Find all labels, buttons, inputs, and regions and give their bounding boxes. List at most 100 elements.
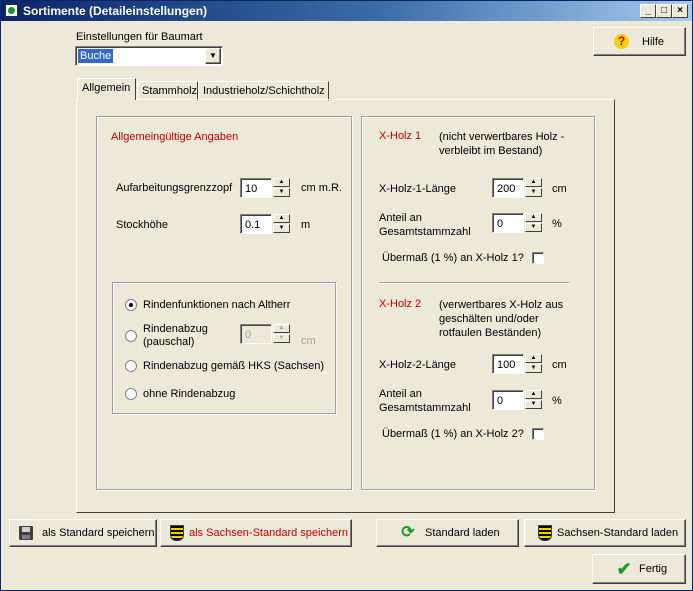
xholz1-desc-line1: (nicht verwertbares Holz - (439, 131, 565, 143)
xholz1-share-spin-down[interactable]: ▼ (525, 223, 542, 232)
done-button[interactable]: ✔ Fertig (592, 554, 686, 584)
xholz2-share-line2: Gesamtstammzahl (379, 402, 471, 414)
done-label: Fertig (639, 563, 668, 575)
xholz1-desc-line2: verbleibt im Bestand) (439, 145, 543, 157)
bark-pauschal-input[interactable] (243, 327, 273, 342)
close-button[interactable]: × (672, 4, 688, 18)
xholz2-desc-line3: rotfaulen Beständen) (439, 327, 542, 339)
xholz1-share-line2: Gesamtstammzahl (379, 226, 471, 238)
maximize-button[interactable]: □ (656, 4, 672, 18)
xholz2-excess-label: Übermaß (1 %) an X-Holz 2? (382, 428, 524, 440)
load-saxony-label: Sachsen-Standard laden (557, 527, 679, 539)
refresh-icon: ⟳ (401, 524, 415, 541)
bark-option-none-radio[interactable] (125, 388, 137, 400)
xholz2-desc-line1: (verwertbares X-Holz aus (439, 299, 564, 311)
save-default-label: als Standard speichern (42, 527, 155, 539)
xholz1-length-input[interactable] (495, 181, 525, 196)
bark-option-pauschal-line2: (pauschal) (143, 336, 195, 348)
xholz2-share-input-box[interactable] (492, 390, 525, 410)
bark-option-hks-label[interactable]: Rindenabzug gemäß HKS (Sachsen) (143, 360, 324, 372)
help-button[interactable]: ? Hilfe (593, 27, 686, 56)
saxony-coat-of-arms-icon (170, 525, 184, 541)
grenzzopf-label: Aufarbeitungsgrenzzopf (116, 182, 233, 194)
xholz2-length-spin-up[interactable]: ▲ (525, 354, 542, 363)
xholz1-share-input-box[interactable] (492, 213, 525, 233)
xholz1-share-label: Anteil an Gesamtstammzahl (379, 211, 471, 239)
xholz1-length-spin-up[interactable]: ▲ (525, 178, 542, 187)
xholz2-share-spin-up[interactable]: ▲ (525, 390, 542, 399)
stockhoehe-spin-down[interactable]: ▼ (273, 224, 290, 233)
checkmark-icon: ✔ (616, 559, 632, 579)
xholz2-share-line1: Anteil an (379, 388, 422, 400)
tab-label: Stammholz (142, 85, 198, 97)
title-bar[interactable]: Sortimente (Detaileinstellungen) _ □ × (1, 1, 692, 21)
xholz1-length-label: X-Holz-1-Länge (379, 183, 457, 195)
xholz1-excess-label: Übermaß (1 %) an X-Holz 1? (382, 252, 524, 264)
bark-option-none-label[interactable]: ohne Rindenabzug (143, 388, 235, 400)
xholz2-length-input[interactable] (495, 357, 525, 372)
tab-label: Allgemein (82, 82, 131, 94)
general-heading: Allgemeingültige Angaben (111, 131, 239, 143)
grenzzopf-spin-down[interactable]: ▼ (273, 188, 290, 197)
dialog-window: Sortimente (Detaileinstellungen) _ □ × E… (0, 0, 693, 591)
baumart-value: Buche (78, 49, 114, 63)
chevron-down-icon[interactable]: ▼ (205, 48, 221, 64)
xholz1-share-spin-up[interactable]: ▲ (525, 213, 542, 222)
xholz1-share-unit: % (552, 218, 562, 230)
xholz1-length-input-box[interactable] (492, 178, 525, 198)
bark-option-altherr-label[interactable]: Rindenfunktionen nach Altherr (143, 299, 290, 311)
stockhoehe-input[interactable] (243, 217, 273, 232)
xholz1-excess-checkbox[interactable] (532, 252, 544, 264)
minimize-button[interactable]: _ (640, 4, 656, 18)
load-default-label: Standard laden (425, 527, 500, 539)
xholz1-share-line1: Anteil an (379, 212, 422, 224)
tab-stammholz[interactable]: Stammholz (137, 81, 198, 101)
app-icon (5, 4, 18, 17)
bark-pauschal-spin-up[interactable]: ▲ (273, 324, 290, 333)
save-saxony-label: als Sachsen-Standard speichern (189, 527, 348, 539)
xholz2-excess-checkbox[interactable] (532, 428, 544, 440)
xholz2-desc-line2: geschälten und/oder (439, 313, 539, 325)
xholz-divider (379, 282, 569, 284)
load-saxony-button[interactable]: Sachsen-Standard laden (524, 519, 686, 547)
floppy-disk-icon (19, 526, 33, 540)
xholz2-share-unit: % (552, 395, 562, 407)
grenzzopf-spin-up[interactable]: ▲ (273, 178, 290, 187)
xholz2-share-input[interactable] (495, 393, 525, 408)
xholz2-length-label: X-Holz-2-Länge (379, 359, 457, 371)
bark-option-altherr-radio[interactable] (125, 299, 137, 311)
xholz2-share-label: Anteil an Gesamtstammzahl (379, 387, 471, 415)
xholz2-length-spin-down[interactable]: ▼ (525, 364, 542, 373)
xholz2-description: (verwertbares X-Holz aus geschälten und/… (439, 298, 563, 340)
grenzzopf-input[interactable] (243, 181, 273, 196)
xholz1-length-unit: cm (552, 183, 567, 195)
tab-label: Industrieholz/Schichtholz (203, 85, 325, 97)
bark-option-pauschal-radio[interactable] (125, 330, 137, 342)
tab-allgemein[interactable]: Allgemein (77, 78, 136, 100)
grenzzopf-input-box[interactable] (240, 178, 273, 198)
xholz1-share-input[interactable] (495, 216, 525, 231)
stockhoehe-spin-up[interactable]: ▲ (273, 214, 290, 223)
bark-pauschal-spin-down[interactable]: ▼ (273, 334, 290, 343)
baumart-label: Einstellungen für Baumart (76, 31, 203, 43)
xholz2-length-unit: cm (552, 359, 567, 371)
stockhoehe-label: Stockhöhe (116, 219, 168, 231)
load-default-button[interactable]: ⟳ Standard laden (376, 519, 519, 547)
baumart-select[interactable]: Buche ▼ (75, 46, 223, 66)
help-label: Hilfe (642, 35, 665, 48)
bark-option-hks-radio[interactable] (125, 360, 137, 372)
bark-option-pauschal-label[interactable]: Rindenabzug (pauschal) (143, 323, 208, 349)
bark-pauschal-input-box[interactable] (240, 324, 273, 344)
bark-pauschal-unit: cm (301, 335, 316, 347)
xholz2-title: X-Holz 2 (379, 298, 422, 310)
save-saxony-button[interactable]: als Sachsen-Standard speichern (160, 519, 352, 547)
stockhoehe-input-box[interactable] (240, 214, 273, 234)
tab-industrieholz[interactable]: Industrieholz/Schichtholz (198, 81, 329, 101)
xholz1-title: X-Holz 1 (379, 130, 422, 142)
xholz1-length-spin-down[interactable]: ▼ (525, 188, 542, 197)
xholz2-length-input-box[interactable] (492, 354, 525, 374)
xholz2-share-spin-down[interactable]: ▼ (525, 400, 542, 409)
save-default-button[interactable]: als Standard speichern (9, 519, 157, 547)
xholz1-description: (nicht verwertbares Holz - verbleibt im … (439, 130, 564, 158)
help-icon: ? (614, 34, 629, 49)
